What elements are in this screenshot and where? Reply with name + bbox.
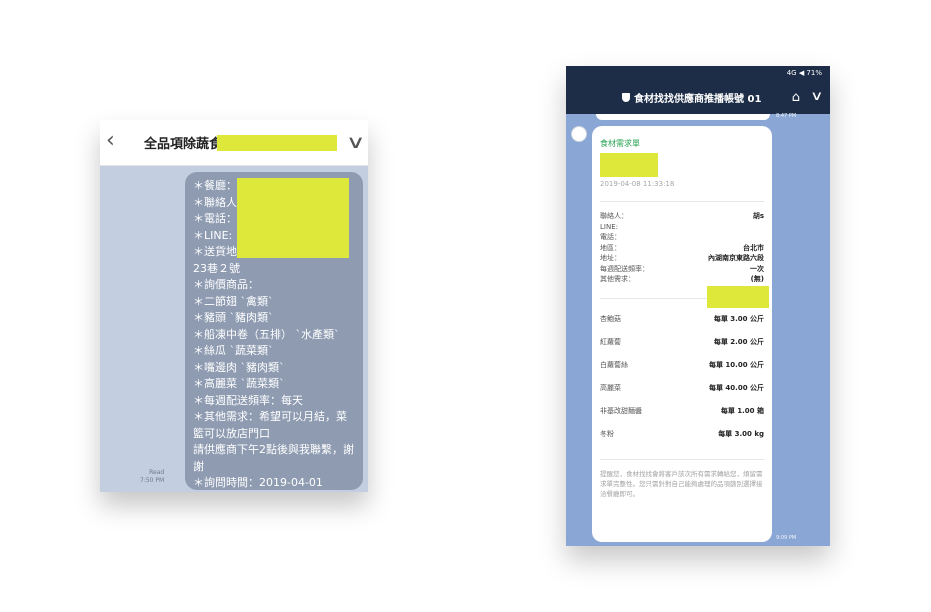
- redacted-restaurant-mask: [600, 153, 658, 177]
- chevron-down-icon[interactable]: ∨: [346, 132, 366, 153]
- item-row: 紅蘿蔔 每單 2.00 公斤: [600, 331, 764, 354]
- item-row: 白蘿蔔絲 每單 10.00 公斤: [600, 354, 764, 377]
- item-name: 紅蘿蔔: [600, 337, 621, 346]
- shield-icon: [622, 93, 630, 102]
- message-line: ＊船凍中卷（五排） `水產類`: [193, 327, 340, 341]
- info-label: 地區：: [600, 243, 621, 252]
- read-label: Read: [149, 469, 165, 476]
- card-note: 提醒您，食材找找會將客戶該次所有需求轉給您，煩留需求單完整性。您只需針對自己能夠…: [600, 469, 763, 498]
- info-row: 其他需求： (無): [600, 274, 764, 285]
- info-row: 地址： 內湖南京東路六段: [600, 253, 764, 264]
- message-line: ＊詢問時間：2019-04-01: [193, 476, 323, 489]
- info-label: 電話：: [600, 233, 621, 241]
- message-meta: Read 7:50 PM: [140, 469, 164, 485]
- chevron-down-icon[interactable]: ∨: [811, 89, 824, 104]
- info-row: 電話：: [600, 232, 764, 243]
- chat-header: ‹ 全品項除蔬食 ∨: [100, 120, 368, 166]
- info-value: 一次: [750, 264, 764, 273]
- message-line: 23巷２號: [193, 261, 240, 275]
- nav-title: 食材找找供應商推播帳號 01: [634, 94, 762, 105]
- divider: [600, 201, 764, 202]
- item-qty: 每單 40.00 公斤: [708, 383, 764, 392]
- message-line: 請供應商下午2點後與我聯繫，謝謝: [193, 443, 354, 473]
- item-row: 非基改甜麵醬 每單 1.00 箱: [600, 400, 764, 423]
- item-name: 杏鮑菇: [600, 314, 621, 323]
- info-value: 內湖南京東路六段: [708, 254, 764, 262]
- item-row: 杏鮑菇 每單 3.00 公斤: [600, 308, 764, 331]
- item-name: 白蘿蔔絲: [600, 360, 628, 369]
- info-label: LINE:: [600, 222, 618, 231]
- item-qty: 每單 3.00 kg: [718, 429, 764, 438]
- home-icon[interactable]: ⌂: [792, 90, 800, 105]
- redacted-name-mask: [217, 135, 337, 151]
- redacted-contact-mask: [237, 178, 349, 258]
- bot-avatar[interactable]: [571, 126, 587, 142]
- info-label: 每週配送頻率：: [600, 264, 649, 273]
- item-row: 高麗菜 每單 40.00 公斤: [600, 377, 764, 400]
- message-line: ＊絲瓜 `蔬菜類`: [193, 344, 274, 357]
- info-label: 聯絡人：: [600, 212, 628, 220]
- item-qty: 每單 3.00 公斤: [713, 314, 764, 323]
- item-name: 高麗菜: [600, 383, 621, 392]
- info-value: (無): [750, 275, 764, 283]
- info-row: 每週配送頻率： 一次: [600, 264, 764, 275]
- card-date: 2019-04-08 11:33:18: [600, 180, 675, 188]
- nav-bar: 食材找找供應商推播帳號 01 ⌂ ∨: [566, 82, 830, 114]
- left-chat-screenshot: ‹ 全品項除蔬食 ∨ Read 7:50 PM ＊餐廳： ＊聯絡人 ＊電話： ＊…: [100, 120, 368, 492]
- message-time: 8:47 PM: [776, 113, 797, 119]
- message-line: ＊每週配送頻率：每天: [193, 393, 303, 407]
- message-line: ＊二節翅 `禽類`: [193, 294, 274, 308]
- chat-title: 全品項除蔬食: [144, 137, 223, 152]
- message-time: 9:09 PM: [776, 535, 797, 541]
- right-chat-screenshot: 4G ◀ 71% 食材找找供應商推播帳號 01 ⌂ ∨ 8:47 PM 食材需求…: [566, 66, 830, 546]
- divider: [600, 458, 764, 460]
- info-row: 聯絡人： 胡s: [600, 211, 764, 222]
- item-name: 非基改甜麵醬: [600, 406, 642, 415]
- request-card: 食材需求單 2019-04-08 11:33:18 聯絡人： 胡s LINE: …: [592, 126, 772, 542]
- item-qty: 每單 1.00 箱: [720, 406, 764, 415]
- info-value: 台北市: [743, 243, 764, 252]
- message-line: ＊高麗菜 `蔬菜類`: [193, 377, 285, 390]
- item-qty: 每單 10.00 公斤: [708, 360, 764, 369]
- info-label: 地址：: [600, 254, 621, 262]
- message-bubble: ＊餐廳： ＊聯絡人 ＊電話： ＊LINE: ＊送貨地 23巷２號 ＊詢價商品： …: [185, 172, 363, 490]
- info-row: 地區： 台北市: [600, 243, 764, 254]
- item-qty: 每單 2.00 公斤: [713, 337, 764, 346]
- item-row: 冬粉 每單 3.00 kg: [600, 423, 764, 446]
- back-chevron-icon[interactable]: ‹: [106, 130, 115, 152]
- item-name: 冬粉: [600, 429, 614, 438]
- message-line: ＊豬頭 `豬肉類`: [193, 311, 274, 324]
- previous-message-bubble: [596, 114, 770, 120]
- info-label: 其他需求：: [600, 275, 635, 283]
- message-time: 7:50 PM: [140, 477, 165, 484]
- message-line: ＊詢價商品：: [193, 278, 259, 291]
- redacted-line-mask: [707, 286, 769, 308]
- status-text: 4G ◀ 71%: [786, 69, 822, 77]
- card-title: 食材需求單: [600, 139, 640, 148]
- info-row: LINE:: [600, 222, 764, 233]
- status-bar: 4G ◀ 71%: [566, 66, 830, 82]
- info-value: 胡s: [752, 212, 764, 220]
- message-line: ＊嘴邊肉 `豬肉類`: [193, 360, 285, 374]
- message-line: ＊其他需求：希望可以月結，菜籃可以放店門口: [193, 410, 347, 440]
